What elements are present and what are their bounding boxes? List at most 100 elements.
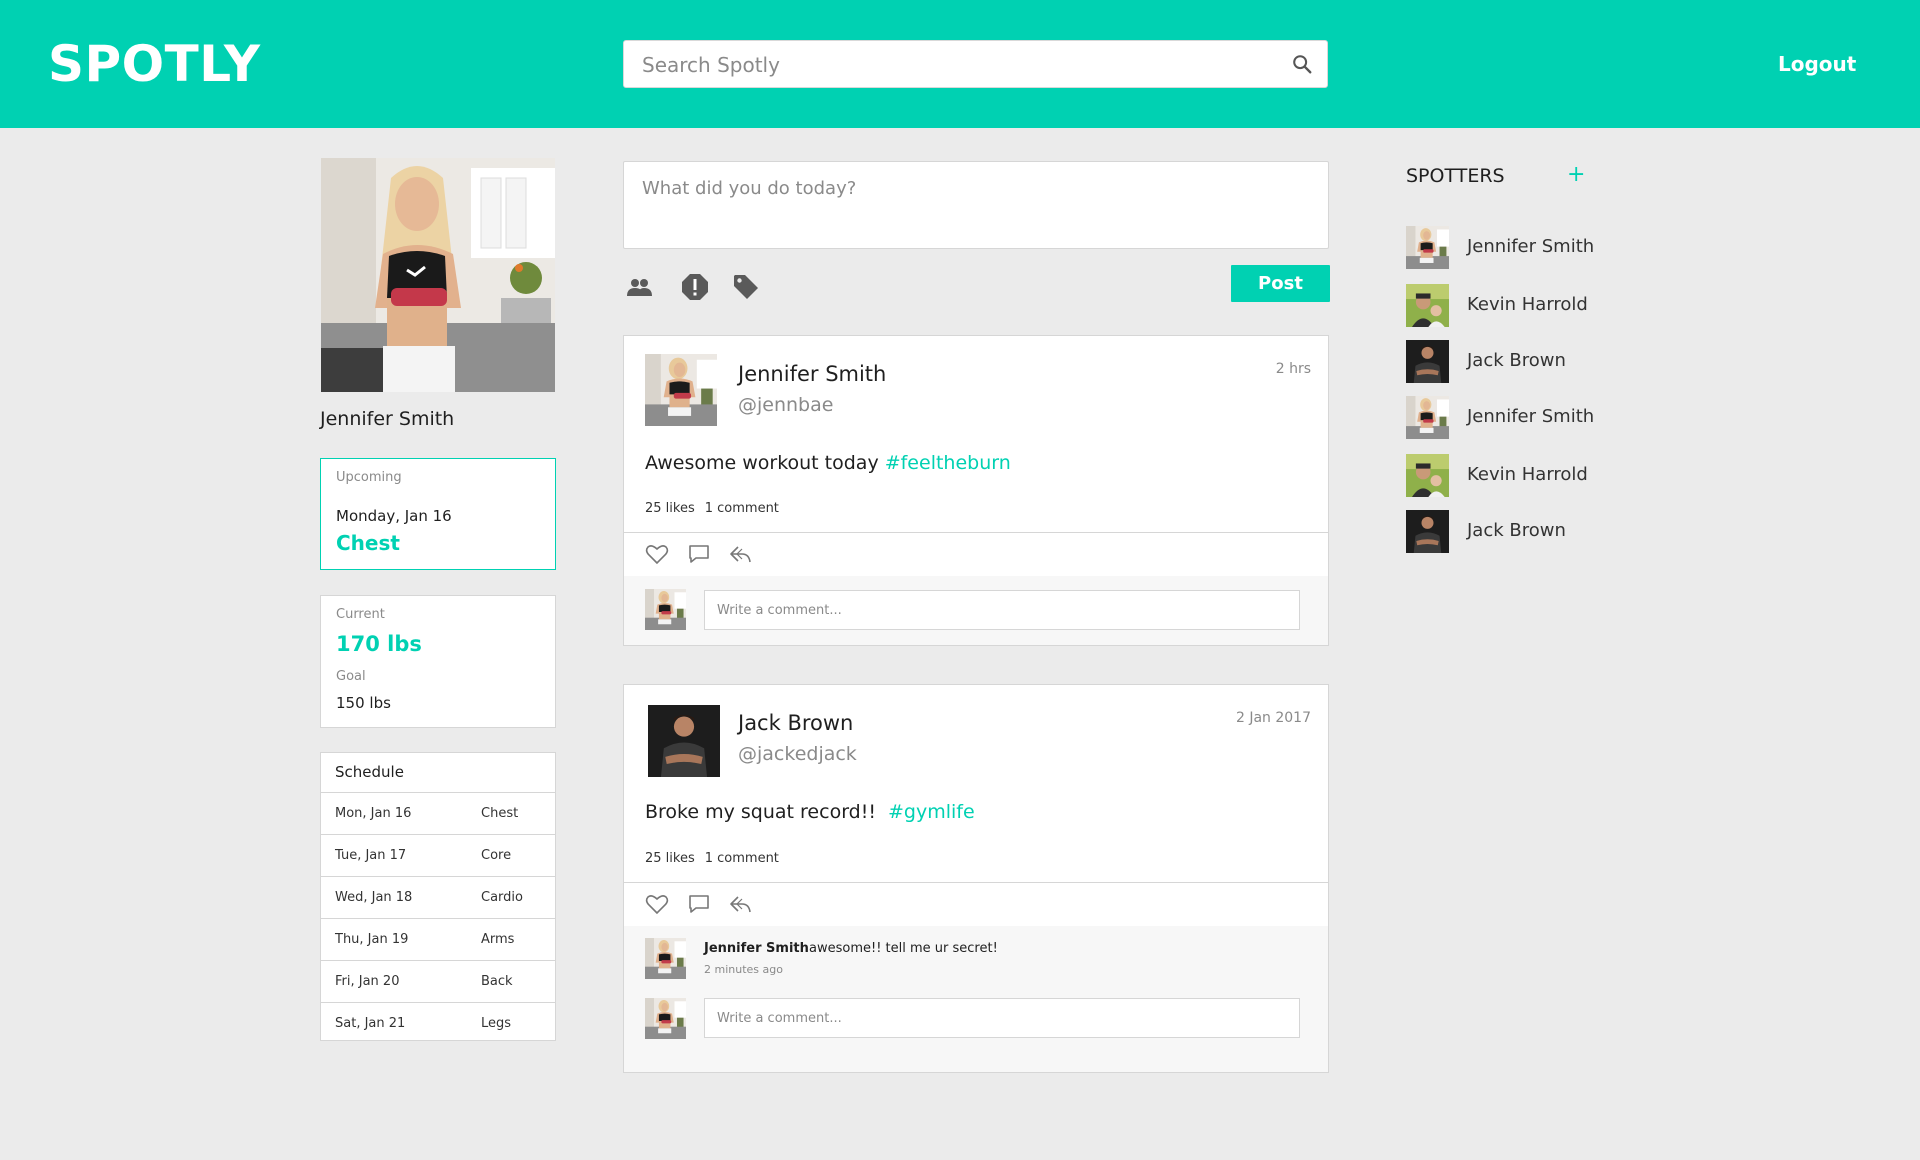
comment-input[interactable]	[704, 590, 1300, 630]
commenter-avatar[interactable]	[645, 938, 686, 979]
schedule-row[interactable]: Sat, Jan 21 Legs	[321, 1003, 555, 1044]
schedule-date: Sat, Jan 21	[335, 1016, 406, 1031]
post-composer-input[interactable]	[640, 176, 1314, 240]
schedule-workout: Arms	[481, 932, 515, 947]
upcoming-workout-card: Upcoming Monday, Jan 16 Chest	[320, 458, 556, 570]
spotter-name: Jennifer Smith	[1467, 236, 1595, 257]
add-spotter-button[interactable]: +	[1567, 162, 1585, 187]
share-reply-icon[interactable]	[728, 543, 752, 565]
post-body-text: Broke my squat record!!	[645, 801, 876, 823]
schedule-card: Schedule Mon, Jan 16 Chest Tue, Jan 17 C…	[320, 752, 556, 1041]
goal-weight-value: 150 lbs	[336, 694, 391, 712]
comment-bubble-icon[interactable]	[687, 543, 711, 565]
logout-button[interactable]: Logout	[1778, 52, 1856, 76]
schedule-date: Mon, Jan 16	[335, 806, 412, 821]
schedule-workout: Core	[481, 848, 512, 863]
profile-name: Jennifer Smith	[320, 408, 455, 430]
comments-count[interactable]: 1 comment	[705, 501, 779, 516]
spotter-avatar	[1406, 340, 1449, 383]
comment-area	[624, 576, 1328, 645]
weight-card: Current 170 lbs Goal 150 lbs	[320, 595, 556, 728]
post-action-bar	[624, 882, 1328, 927]
post-stats: 25 likes 1 comment	[645, 851, 779, 866]
post-author-avatar[interactable]	[648, 705, 720, 777]
post-stats: 25 likes 1 comment	[645, 501, 779, 516]
alert-icon[interactable]	[680, 272, 710, 302]
profile-photo	[321, 158, 555, 392]
upcoming-workout: Chest	[336, 531, 400, 555]
schedule-row[interactable]: Tue, Jan 17 Core	[321, 835, 555, 877]
spotter-item[interactable]: Kevin Harrold	[1406, 454, 1626, 497]
upcoming-date: Monday, Jan 16	[336, 507, 452, 525]
spotter-name: Kevin Harrold	[1467, 464, 1588, 485]
current-weight-label: Current	[336, 607, 385, 622]
like-heart-icon[interactable]	[645, 893, 669, 915]
schedule-date: Tue, Jan 17	[335, 848, 407, 863]
likes-count[interactable]: 25 likes	[645, 501, 695, 516]
tag-icon[interactable]	[731, 272, 761, 302]
spotter-item[interactable]: Jack Brown	[1406, 340, 1626, 383]
spotter-name: Jennifer Smith	[1467, 406, 1595, 427]
like-heart-icon[interactable]	[645, 543, 669, 565]
current-user-avatar	[645, 589, 686, 630]
comment-text: awesome!! tell me ur secret!	[809, 941, 998, 956]
spotter-item[interactable]: Kevin Harrold	[1406, 284, 1626, 327]
spotter-avatar	[1406, 454, 1449, 497]
schedule-date: Thu, Jan 19	[335, 932, 409, 947]
post-author-name[interactable]: Jennifer Smith	[738, 362, 886, 386]
comment-timestamp: 2 minutes ago	[704, 963, 783, 976]
share-reply-icon[interactable]	[728, 893, 752, 915]
post-button[interactable]: Post	[1231, 265, 1330, 302]
goal-weight-label: Goal	[336, 669, 366, 684]
post-author-name[interactable]: Jack Brown	[738, 711, 853, 735]
post-body-text: Awesome workout today	[645, 452, 879, 474]
search-icon[interactable]	[1291, 53, 1313, 75]
spotter-item[interactable]: Jennifer Smith	[1406, 226, 1626, 269]
spotter-avatar	[1406, 284, 1449, 327]
spotter-item[interactable]: Jennifer Smith	[1406, 396, 1626, 439]
post-card: Jennifer Smith @jennbae 2 hrs Awesome wo…	[623, 335, 1329, 646]
spotter-avatar	[1406, 510, 1449, 553]
post-card: Jack Brown @jackedjack 2 Jan 2017 Broke …	[623, 684, 1329, 1073]
post-timestamp: 2 Jan 2017	[1235, 710, 1311, 726]
post-composer[interactable]	[623, 161, 1329, 249]
app-logo[interactable]: SPOTLY	[48, 36, 261, 92]
spotter-item[interactable]: Jack Brown	[1406, 510, 1626, 553]
schedule-row[interactable]: Wed, Jan 18 Cardio	[321, 877, 555, 919]
post-hashtag[interactable]: #gymlife	[888, 801, 975, 823]
comment-author[interactable]: Jennifer Smith	[704, 941, 809, 956]
search-input[interactable]	[640, 41, 1264, 89]
schedule-date: Wed, Jan 18	[335, 890, 413, 905]
schedule-row[interactable]: Mon, Jan 16 Chest	[321, 793, 555, 835]
current-weight-value: 170 lbs	[336, 632, 422, 656]
current-user-avatar	[645, 998, 686, 1039]
schedule-row[interactable]: Fri, Jan 20 Back	[321, 961, 555, 1003]
post-text: Broke my squat record!! #gymlife	[645, 801, 975, 823]
schedule-row[interactable]: Thu, Jan 19 Arms	[321, 919, 555, 961]
top-header: SPOTLY Logout	[0, 0, 1920, 128]
post-author-handle[interactable]: @jennbae	[738, 394, 833, 416]
schedule-workout: Cardio	[481, 890, 523, 905]
schedule-workout: Back	[481, 974, 513, 989]
spotter-avatar	[1406, 396, 1449, 439]
likes-count[interactable]: 25 likes	[645, 851, 695, 866]
comment-input[interactable]	[704, 998, 1300, 1038]
post-author-avatar[interactable]	[645, 354, 717, 426]
post-hashtag[interactable]: #feeltheburn	[885, 452, 1011, 474]
post-timestamp: 2 hrs	[1275, 361, 1311, 377]
search-bar[interactable]	[623, 40, 1328, 89]
schedule-title: Schedule	[321, 753, 555, 793]
people-icon[interactable]	[624, 272, 654, 302]
spotter-name: Jack Brown	[1467, 520, 1566, 541]
post-author-handle[interactable]: @jackedjack	[738, 743, 857, 765]
spotter-name: Jack Brown	[1467, 350, 1566, 371]
comments-count[interactable]: 1 comment	[705, 851, 779, 866]
spotters-title: SPOTTERS	[1406, 165, 1505, 187]
schedule-date: Fri, Jan 20	[335, 974, 400, 989]
spotter-avatar	[1406, 226, 1449, 269]
spotter-name: Kevin Harrold	[1467, 294, 1588, 315]
comment-bubble-icon[interactable]	[687, 893, 711, 915]
post-action-bar	[624, 532, 1328, 577]
schedule-workout: Chest	[481, 806, 519, 821]
upcoming-label: Upcoming	[336, 470, 402, 485]
